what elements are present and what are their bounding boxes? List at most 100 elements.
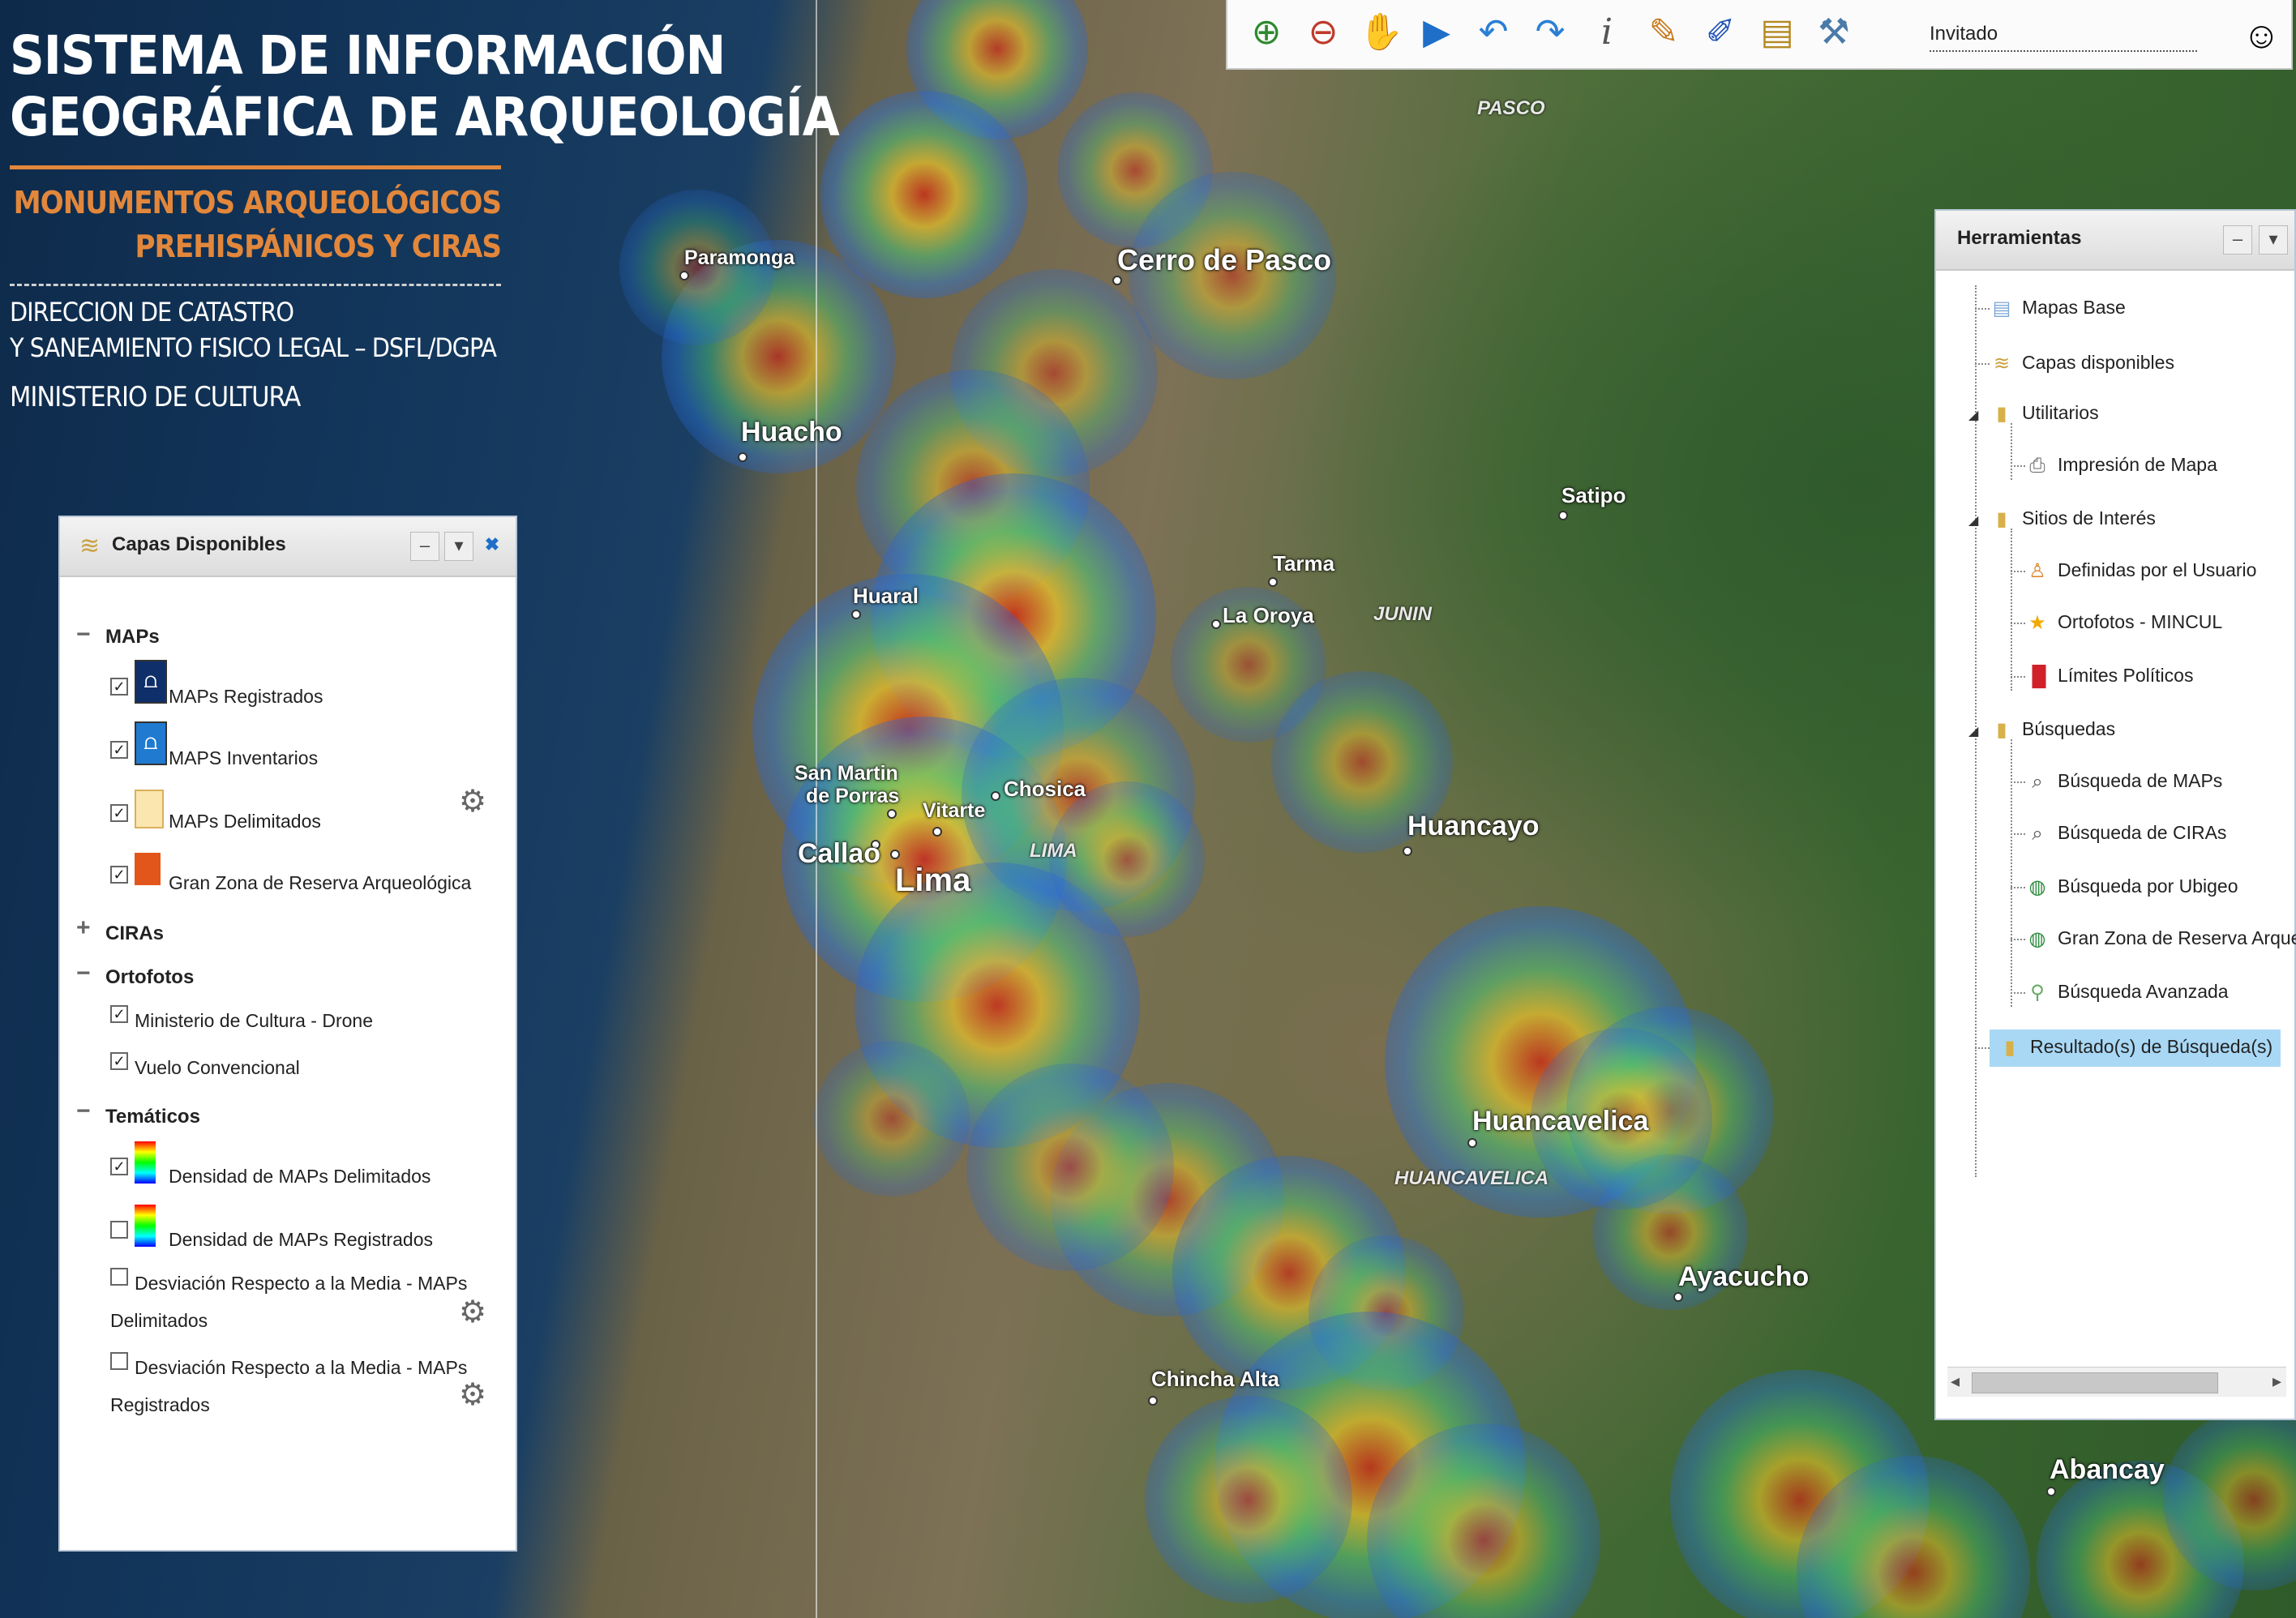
scrollbar-thumb[interactable] <box>1972 1372 2218 1393</box>
user-field[interactable]: Invitado <box>1930 23 2197 52</box>
region-label-junin: JUNIN <box>1373 603 1433 625</box>
gear-icon[interactable]: ⚙ <box>459 783 486 820</box>
section-expand-icon[interactable]: + <box>76 914 91 942</box>
pan-hand-icon[interactable]: ✋ <box>1359 11 1403 54</box>
tree-item-busq-maps[interactable]: ⌕ Búsqueda de MAPs <box>2011 770 2222 794</box>
tree-item-ortofotos[interactable]: ★ Ortofotos - MINCUL <box>2011 611 2222 636</box>
checkbox-gran-zona[interactable]: ✓ <box>110 866 128 884</box>
checkbox-desviacion-delimitados[interactable] <box>110 1268 128 1286</box>
city-label-ayacucho: Ayacucho <box>1678 1261 1810 1292</box>
checkbox-densidad-registrados[interactable] <box>110 1221 128 1239</box>
scroll-right-icon[interactable]: ▸ <box>2272 1371 2281 1392</box>
checkbox-desviacion-registrados[interactable] <box>110 1352 128 1370</box>
scroll-left-icon[interactable]: ◂ <box>1951 1371 1960 1392</box>
checkbox-densidad-delimitados[interactable]: ✓ <box>110 1158 128 1175</box>
tree-item-busq-gran[interactable]: ◍ Gran Zona de Reserva Arque <box>2011 927 2296 952</box>
checkbox-maps-registrados[interactable]: ✓ <box>110 678 128 696</box>
city-marker[interactable] <box>1268 577 1278 587</box>
header-divider <box>10 284 501 286</box>
gran-zona-icon <box>135 853 161 885</box>
checkbox-maps-delimitados[interactable]: ✓ <box>110 804 128 822</box>
city-marker[interactable] <box>738 452 747 462</box>
tree-item-sitios[interactable]: ◢ ▮ Sitios de Interés <box>1968 507 2156 532</box>
city-marker[interactable] <box>932 827 942 837</box>
tree-label: Capas disponibles <box>2022 352 2174 374</box>
tree-item-limites[interactable]: ▐▌ Límites Políticos <box>2011 665 2193 689</box>
tree-item-resultados[interactable]: ▮ Resultado(s) de Búsqueda(s) <box>1975 1029 2281 1067</box>
undo-icon[interactable]: ↶ <box>1472 11 1514 54</box>
checkbox-vuelo[interactable]: ✓ <box>110 1052 128 1070</box>
heatmap-spot <box>906 0 1088 139</box>
city-label-de-porras: de Porras <box>806 785 900 807</box>
city-marker[interactable] <box>1558 511 1568 520</box>
checkbox-drone[interactable]: ✓ <box>110 1005 128 1023</box>
brush-icon[interactable]: ✎ <box>1643 11 1685 54</box>
user-avatar-icon[interactable]: ☺ <box>2242 13 2281 57</box>
horizontal-scrollbar[interactable]: ◂ ▸ <box>1947 1367 2286 1397</box>
checkbox-maps-inventarios[interactable]: ✓ <box>110 741 128 759</box>
zoom-in-icon[interactable]: ⊕ <box>1245 11 1287 54</box>
measure-icon[interactable]: ✐ <box>1699 11 1741 54</box>
map-divider-line <box>816 0 817 1618</box>
printer-icon: ⎙ <box>2029 455 2045 477</box>
tools-icon[interactable]: ⚒ <box>1813 11 1855 54</box>
info-icon[interactable]: i <box>1586 11 1628 54</box>
collapse-button[interactable]: ▾ <box>444 532 473 561</box>
city-marker[interactable] <box>1148 1396 1158 1406</box>
folder-icon: ▮ <box>2004 1037 2015 1059</box>
section-ciras[interactable]: CIRAs <box>105 922 164 945</box>
city-label-huancavelica: Huancavelica <box>1472 1106 1649 1136</box>
layer-drone: Ministerio de Cultura - Drone <box>135 1010 374 1031</box>
heatmap-spot <box>814 1041 970 1196</box>
tree-item-utilitarios[interactable]: ◢ ▮ Utilitarios <box>1968 402 2099 426</box>
city-marker[interactable] <box>887 809 897 819</box>
density-ramp-icon <box>135 1141 156 1184</box>
app-title-line1: SISTEMA DE INFORMACIÓN <box>10 24 726 87</box>
minimize-button[interactable]: – <box>2223 225 2252 255</box>
heatmap-spot <box>1051 1083 1284 1316</box>
city-label-huacho: Huacho <box>741 417 842 447</box>
tree-label: Límites Políticos <box>2058 665 2194 687</box>
section-maps[interactable]: MAPs <box>105 626 160 648</box>
advanced-search-icon: ⚲ <box>2030 982 2045 1004</box>
heatmap-spot <box>1367 1423 1600 1618</box>
tree-item-definidas[interactable]: ♙ Definidas por el Usuario <box>2011 559 2256 584</box>
app-subtitle-line2: PREHISPÁNICOS Y CIRAS <box>135 229 502 264</box>
city-marker[interactable] <box>2046 1487 2056 1496</box>
collapse-button[interactable]: ▾ <box>2259 225 2288 255</box>
city-marker[interactable] <box>1467 1138 1477 1148</box>
maps-registrados-icon: ⩍ <box>135 660 167 704</box>
gear-icon[interactable]: ⚙ <box>459 1376 486 1413</box>
tree-item-capas[interactable]: ≋ Capas disponibles <box>1975 352 2174 376</box>
tree-item-impresion[interactable]: ⎙ Impresión de Mapa <box>2011 454 2217 478</box>
tree-label: Resultado(s) de Búsqueda(s) <box>2030 1036 2273 1058</box>
zoom-out-icon[interactable]: ⊖ <box>1302 11 1344 54</box>
close-button[interactable]: ✖ <box>478 532 506 559</box>
layer-densidad-registrados: Densidad de MAPs Registrados <box>169 1229 433 1250</box>
tree-item-busq-ciras[interactable]: ⌕ Búsqueda de CIRAs <box>2011 822 2226 846</box>
city-marker[interactable] <box>890 850 900 859</box>
tree-item-busq-avanzada[interactable]: ⚲ Búsqueda Avanzada <box>2011 981 2229 1005</box>
section-collapse-icon[interactable]: − <box>76 1098 91 1125</box>
city-marker[interactable] <box>1211 619 1221 629</box>
ruler-icon[interactable]: ▤ <box>1756 11 1798 54</box>
tree-item-busq-ubigeo[interactable]: ◍ Búsqueda por Ubigeo <box>2011 875 2238 900</box>
maps-inventarios-icon: ⩍ <box>135 721 167 765</box>
city-marker[interactable] <box>679 271 689 280</box>
tree-item-busquedas[interactable]: ◢ ▮ Búsquedas <box>1968 718 2115 743</box>
gear-icon[interactable]: ⚙ <box>459 1294 486 1330</box>
minimize-button[interactable]: – <box>410 532 439 561</box>
play-icon[interactable]: ▶ <box>1416 11 1458 54</box>
section-tematicos[interactable]: Temáticos <box>105 1106 200 1128</box>
tree-item-mapas-base[interactable]: ▤ Mapas Base <box>1975 297 2126 321</box>
heatmap-spot <box>1145 1396 1352 1603</box>
city-marker[interactable] <box>851 610 861 619</box>
city-marker[interactable] <box>1673 1292 1683 1302</box>
layer-maps-delimitados: MAPs Delimitados <box>169 811 321 832</box>
redo-icon[interactable]: ↷ <box>1529 11 1571 54</box>
city-marker[interactable] <box>991 791 1000 801</box>
section-ortofotos[interactable]: Ortofotos <box>105 966 194 989</box>
city-marker[interactable] <box>1403 846 1412 856</box>
section-collapse-icon[interactable]: − <box>76 960 91 987</box>
section-collapse-icon[interactable]: − <box>76 621 91 648</box>
